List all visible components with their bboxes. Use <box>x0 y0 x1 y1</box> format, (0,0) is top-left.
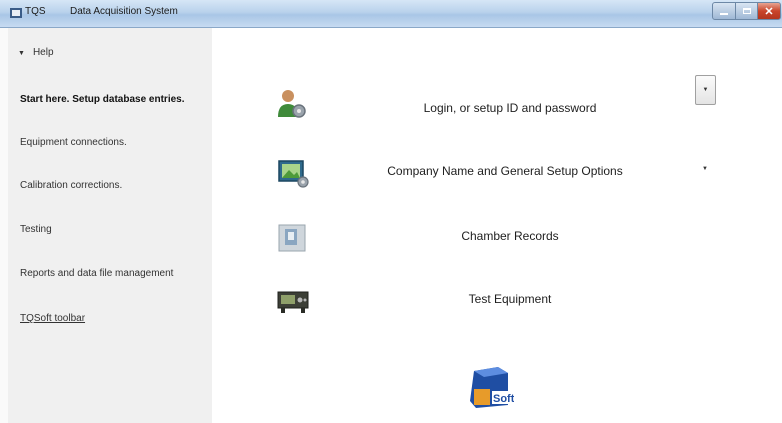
sidebar-item-equipment[interactable]: Equipment connections. <box>20 137 127 148</box>
close-icon: ✕ <box>764 5 774 18</box>
user-gear-icon <box>278 90 306 118</box>
sidebar-item-calibration[interactable]: Calibration corrections. <box>20 180 122 191</box>
app-short-name: TQS <box>25 6 46 17</box>
left-edge <box>0 28 10 423</box>
company-setup-label: Company Name and General Setup Options <box>387 164 623 178</box>
login-label: Login, or setup ID and password <box>423 101 597 115</box>
maximize-icon <box>742 8 751 14</box>
setup-picture-icon <box>278 160 309 188</box>
chamber-records-label: Chamber Records <box>461 229 559 243</box>
test-equipment-icon <box>277 291 309 313</box>
login-dropdown-button[interactable]: ▼ <box>695 75 716 105</box>
window-title: Data Acquisition System <box>70 6 178 17</box>
close-button[interactable]: ✕ <box>757 2 781 20</box>
sidebar-help-label: Help <box>32 47 54 58</box>
maximize-button[interactable] <box>735 2 758 20</box>
chevron-down-icon[interactable]: ▼ <box>702 166 708 172</box>
chamber-icon <box>278 224 306 252</box>
logo-text: Soft <box>493 393 514 405</box>
title-bar[interactable]: TQS Data Acquisition System ✕ <box>0 0 782 28</box>
sidebar-item-testing[interactable]: Testing <box>20 224 52 235</box>
sidebar-help[interactable]: ▼ Help <box>18 47 54 58</box>
sidebar-item-reports[interactable]: Reports and data file management <box>20 268 173 279</box>
test-equipment-label: Test Equipment <box>468 292 552 306</box>
minimize-button[interactable] <box>712 2 736 20</box>
sidebar-item-start[interactable]: Start here. Setup database entries. <box>20 94 205 106</box>
tqsoft-logo: Soft <box>470 367 514 408</box>
app-icon[interactable] <box>10 8 22 18</box>
sidebar-item-toolbar[interactable]: TQSoft toolbar <box>20 313 85 324</box>
minimize-icon <box>720 13 728 15</box>
chevron-down-icon: ▼ <box>702 87 709 93</box>
chevron-down-icon: ▼ <box>18 50 25 57</box>
sidebar: ▼ Help Start here. Setup database entries… <box>8 28 212 423</box>
